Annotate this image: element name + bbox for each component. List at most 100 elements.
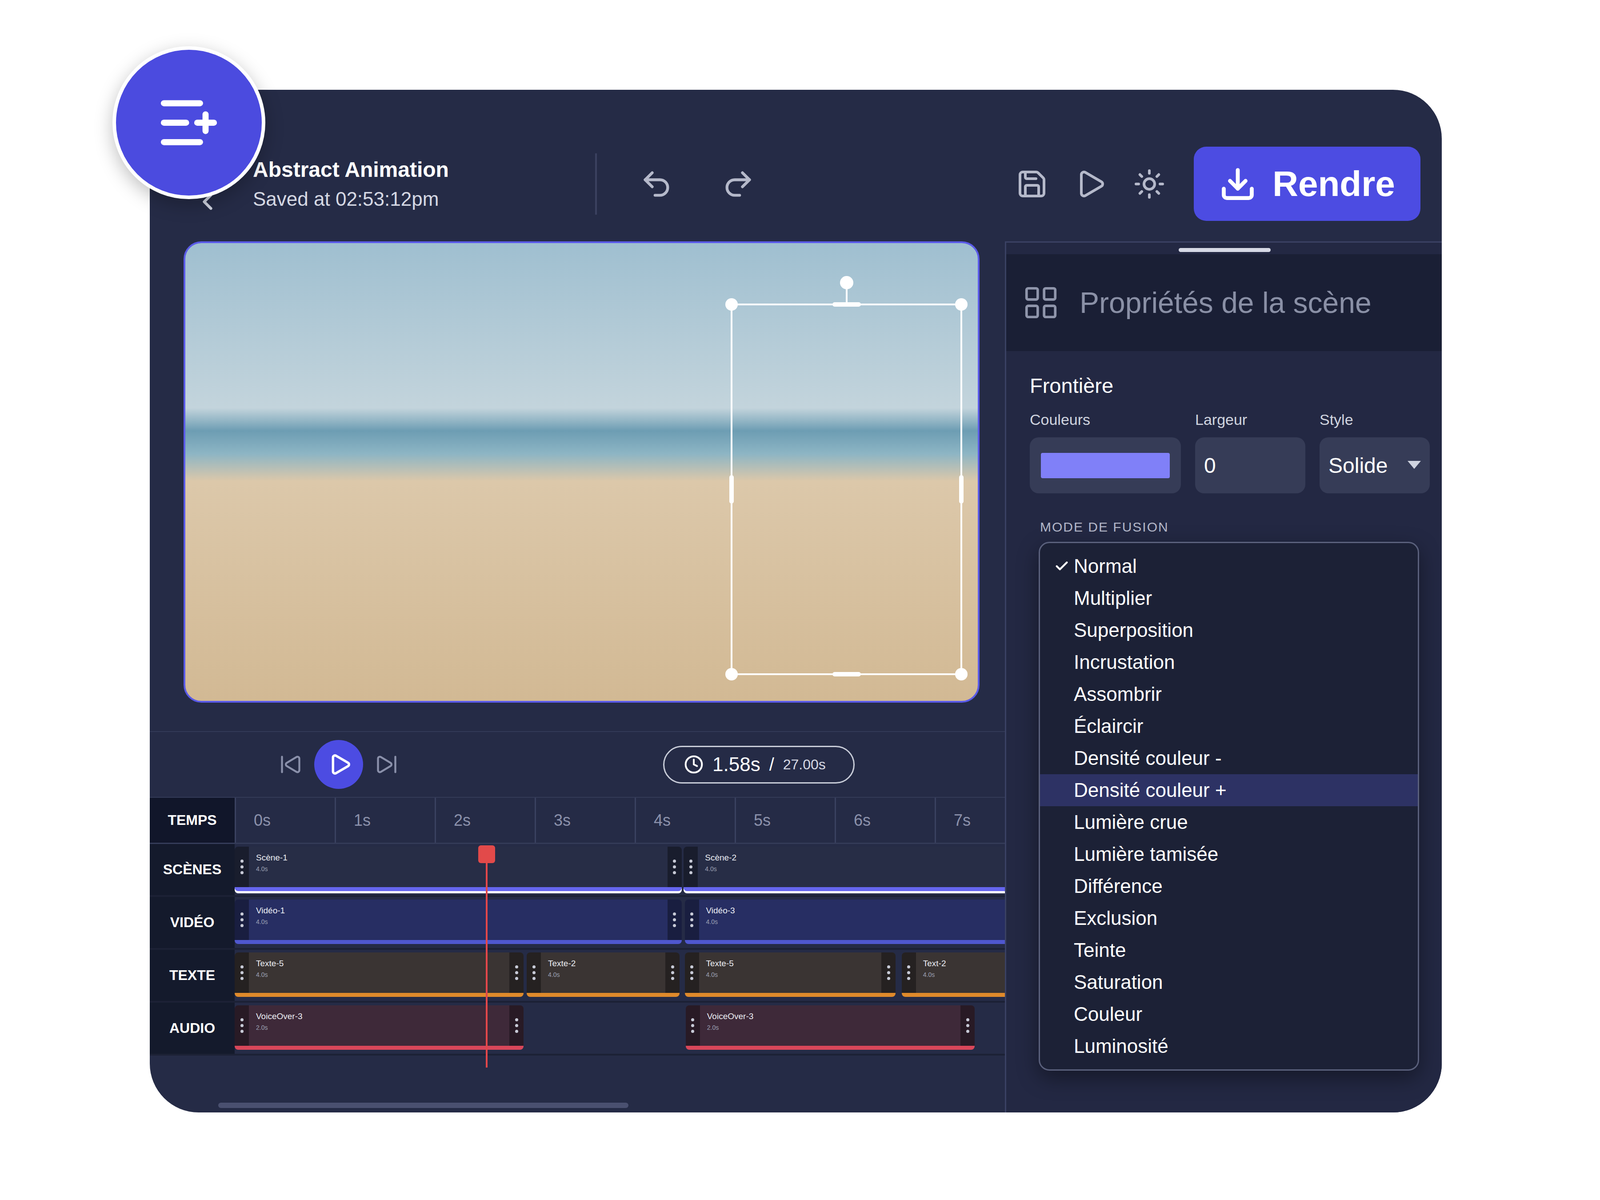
check-slot (1054, 908, 1074, 928)
blend-mode-option[interactable]: Teinte (1040, 934, 1418, 967)
clip-left-handle[interactable] (685, 1005, 700, 1046)
blend-mode-option[interactable]: Couleur (1040, 998, 1418, 1031)
toolbar: Abstract AnimationSaved at 02:53:12pmRen… (149, 89, 1442, 242)
play-button[interactable] (314, 740, 364, 789)
handle-dot (240, 859, 244, 863)
blend-mode-option[interactable]: Assombrir (1040, 678, 1418, 711)
timeline-clip[interactable]: Texte-24.0s (526, 952, 680, 997)
save-button[interactable] (1013, 165, 1051, 203)
resize-handle[interactable] (955, 298, 968, 311)
editor-body: 1.58s/27.00sTEMPS0s1s2s3s4s5s6s7sSCÈNESS… (149, 241, 1442, 1113)
video-preview[interactable] (183, 241, 980, 703)
handle-dot (240, 1018, 244, 1022)
blend-mode-option[interactable]: Normal (1040, 550, 1418, 583)
clip-right-handle[interactable] (667, 899, 682, 940)
resize-handle[interactable] (725, 668, 738, 681)
save-icon (1016, 168, 1048, 200)
clip-right-handle[interactable] (881, 952, 896, 993)
blend-mode-option[interactable]: Lumière tamisée (1040, 838, 1418, 871)
blend-mode-option[interactable]: Luminosité (1040, 1030, 1418, 1063)
clip-left-handle[interactable] (901, 952, 916, 993)
blend-mode-option[interactable]: Incrustation (1040, 646, 1418, 679)
skip-forward-button[interactable] (374, 752, 399, 777)
timeline-clip[interactable]: Text-24.0s (901, 952, 1005, 997)
side-handle[interactable] (959, 475, 964, 504)
blend-mode-option[interactable]: Superposition (1040, 614, 1418, 647)
clip-right-handle[interactable] (509, 952, 524, 993)
stage-column: 1.58s/27.00sTEMPS0s1s2s3s4s5s6s7sSCÈNESS… (149, 241, 1005, 1113)
blend-mode-option[interactable]: Éclaircir (1040, 710, 1418, 743)
side-handle[interactable] (729, 475, 734, 504)
resize-handle[interactable] (955, 668, 968, 681)
timeline-clip[interactable]: Scène-24.0s (683, 846, 1005, 892)
option-label: Superposition (1073, 619, 1194, 642)
clip-left-handle[interactable] (684, 899, 700, 940)
timeline-clip[interactable]: Scène-14.0s (234, 846, 682, 892)
resize-handle[interactable] (725, 298, 738, 311)
blend-mode-option[interactable]: Densité couleur + (1040, 774, 1418, 807)
style-select[interactable]: Solide (1319, 437, 1430, 494)
time-tick: 6s (834, 797, 935, 843)
scrollbar-thumb[interactable] (218, 1102, 629, 1108)
redo-button[interactable] (719, 165, 757, 203)
track-lane: Scène-14.0sScène-24.0s (234, 844, 1005, 896)
option-label: Teinte (1073, 939, 1126, 962)
handle-dot (690, 976, 694, 980)
handle-dot (966, 1024, 970, 1028)
clip-left-handle[interactable] (234, 1005, 249, 1046)
handle-dot (690, 912, 694, 916)
blend-mode-option[interactable]: Différence (1040, 870, 1418, 903)
timeline-clip[interactable]: VoiceOver-32.0s (234, 1005, 524, 1050)
time-ruler: TEMPS0s1s2s3s4s5s6s7s (149, 797, 1005, 844)
clip-right-handle[interactable] (667, 846, 682, 888)
clip-left-handle[interactable] (684, 952, 700, 993)
preview-play-button[interactable] (1072, 165, 1110, 203)
rotate-handle[interactable] (840, 276, 854, 290)
render-label: Rendre (1272, 163, 1396, 205)
current-time: 1.58s (712, 753, 761, 776)
blend-mode-option[interactable]: Lumière crue (1040, 806, 1418, 839)
handle-dot (240, 871, 244, 875)
undo-button[interactable] (637, 165, 676, 203)
side-handle[interactable] (832, 302, 861, 307)
timeline-clip[interactable]: Vidéo-14.0s (234, 899, 682, 944)
width-input[interactable]: 0 (1195, 437, 1306, 494)
panel-grabber[interactable] (1178, 248, 1271, 252)
blend-mode-option[interactable]: Multiplier (1040, 582, 1418, 615)
timeline-clip[interactable]: VoiceOver-32.0s (685, 1005, 975, 1050)
handle-dot (515, 976, 519, 980)
timeline-clip[interactable]: Texte-54.0s (684, 952, 896, 997)
clip-left-handle[interactable] (234, 899, 249, 940)
clip-right-handle[interactable] (960, 1005, 975, 1046)
clip-right-handle[interactable] (509, 1005, 524, 1046)
player-controls: 1.58s/27.00s (149, 731, 1005, 798)
clip-left-handle[interactable] (683, 846, 698, 888)
theme-button[interactable] (1130, 165, 1168, 203)
blend-mode-option[interactable]: Densité couleur - (1040, 742, 1418, 775)
add-element-badge[interactable] (112, 46, 266, 200)
track-label: SCÈNES (149, 844, 235, 896)
clip-left-handle[interactable] (526, 952, 541, 993)
skip-back-button[interactable] (278, 752, 303, 777)
tick-strip[interactable]: 0s1s2s3s4s5s6s7s (234, 797, 1005, 843)
check-slot (1054, 1004, 1074, 1024)
playhead-handle[interactable] (478, 845, 496, 864)
blend-mode-option[interactable]: Exclusion (1040, 902, 1418, 935)
grid-icon (1021, 283, 1060, 322)
render-button[interactable]: Rendre (1193, 146, 1421, 221)
blend-mode-option[interactable]: Saturation (1040, 966, 1418, 999)
handle-dot (532, 971, 536, 975)
clip-left-handle[interactable] (234, 952, 249, 993)
playhead[interactable] (485, 845, 488, 1068)
side-handle[interactable] (832, 672, 861, 677)
section-title: Frontière (1029, 373, 1430, 398)
clip-left-handle[interactable] (234, 846, 249, 888)
time-tick: 3s (534, 797, 635, 843)
color-input[interactable] (1029, 437, 1181, 494)
handle-dot (240, 918, 244, 922)
time-tick: 1s (334, 797, 435, 843)
timeline-clip[interactable]: Texte-54.0s (234, 952, 524, 997)
timeline-clip[interactable]: Vidéo-34.0s (684, 899, 1006, 944)
clip-right-handle[interactable] (665, 952, 680, 993)
selection-box[interactable] (730, 303, 963, 676)
